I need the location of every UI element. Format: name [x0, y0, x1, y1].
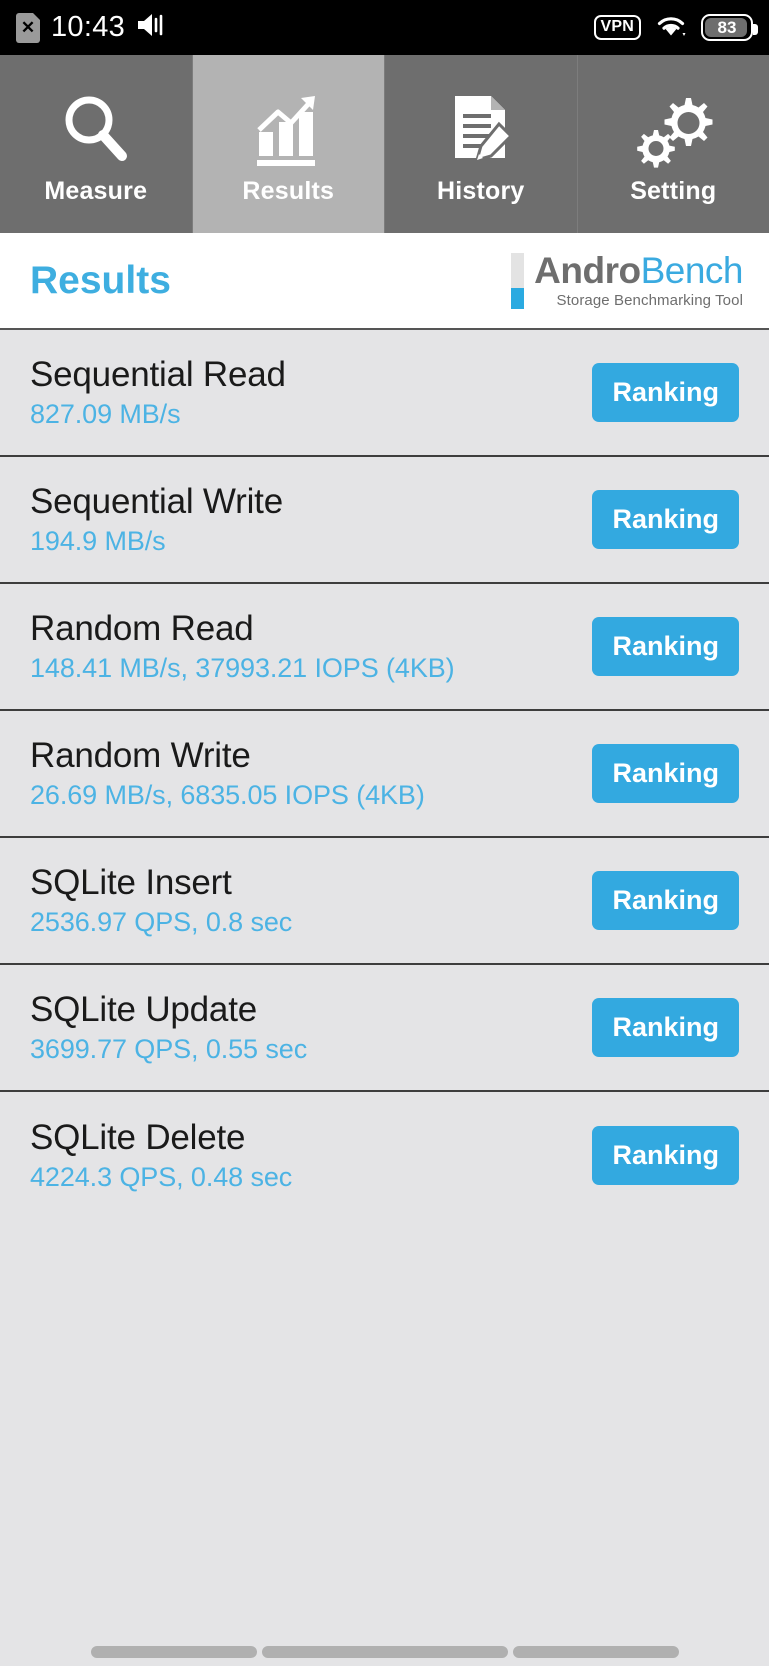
row-text-block: Sequential Read 827.09 MB/s: [30, 355, 286, 430]
phone-screen: ✕ 10:43 VPN 83 Measure Results History S…: [0, 0, 769, 1666]
table-row[interactable]: Random Read 148.41 MB/s, 37993.21 IOPS (…: [0, 584, 769, 711]
benchmark-value: 26.69 MB/s, 6835.05 IOPS (4KB): [30, 780, 425, 810]
ranking-button[interactable]: Ranking: [592, 490, 739, 549]
benchmark-value: 2536.97 QPS, 0.8 sec: [30, 907, 293, 937]
ranking-button[interactable]: Ranking: [592, 998, 739, 1057]
ranking-button[interactable]: Ranking: [592, 617, 739, 676]
ranking-button[interactable]: Ranking: [592, 363, 739, 422]
row-text-block: SQLite Insert 2536.97 QPS, 0.8 sec: [30, 863, 292, 938]
nav-recents-pill[interactable]: [512, 1646, 679, 1658]
gears-icon: [630, 89, 716, 171]
row-text-block: Random Write 26.69 MB/s, 6835.05 IOPS (4…: [30, 736, 425, 811]
sim-card-disabled-icon: ✕: [16, 12, 40, 43]
sim-x-glyph: ✕: [20, 18, 36, 37]
status-bar: ✕ 10:43 VPN 83: [0, 0, 769, 55]
status-bar-left: ✕ 10:43: [16, 11, 166, 44]
row-text-block: Random Read 148.41 MB/s, 37993.21 IOPS (…: [30, 609, 455, 684]
battery-indicator: 83: [701, 14, 758, 41]
tab-measure[interactable]: Measure: [0, 55, 193, 233]
tab-setting-label: Setting: [630, 176, 717, 205]
status-bar-clock: 10:43: [51, 11, 126, 43]
tab-measure-label: Measure: [44, 176, 148, 205]
ranking-button[interactable]: Ranking: [592, 1126, 739, 1185]
benchmark-value: 827.09 MB/s: [30, 399, 181, 429]
page-header: Results AndroBench Storage Benchmarking …: [0, 233, 769, 330]
tab-history[interactable]: History: [385, 55, 578, 233]
benchmark-name: Sequential Read: [30, 355, 286, 394]
tab-results-label: Results: [242, 176, 335, 205]
table-row[interactable]: Sequential Read 827.09 MB/s Ranking: [0, 330, 769, 457]
volume-on-icon: [136, 12, 166, 43]
ranking-button[interactable]: Ranking: [592, 871, 739, 930]
table-row[interactable]: SQLite Update 3699.77 QPS, 0.55 sec Rank…: [0, 965, 769, 1092]
wifi-icon: [654, 12, 688, 44]
results-list: Sequential Read 827.09 MB/s Ranking Sequ…: [0, 330, 769, 1219]
benchmark-name: SQLite Insert: [30, 863, 232, 902]
benchmark-value: 148.41 MB/s, 37993.21 IOPS (4KB): [30, 653, 455, 683]
system-navigation-bar: [0, 1622, 769, 1666]
benchmark-name: SQLite Update: [30, 990, 257, 1029]
tab-setting[interactable]: Setting: [577, 55, 769, 233]
row-text-block: SQLite Update 3699.77 QPS, 0.55 sec: [30, 990, 307, 1065]
table-row[interactable]: Random Write 26.69 MB/s, 6835.05 IOPS (4…: [0, 711, 769, 838]
androbench-logo: AndroBench Storage Benchmarking Tool: [511, 252, 744, 309]
row-text-block: Sequential Write 194.9 MB/s: [30, 482, 283, 557]
logo-bar-bottom: [511, 287, 525, 309]
logo-wordmark: AndroBench: [534, 252, 743, 289]
nav-home-pill[interactable]: [261, 1646, 508, 1658]
status-bar-right: VPN 83: [593, 12, 758, 44]
logo-text: AndroBench Storage Benchmarking Tool: [534, 252, 743, 309]
table-row[interactable]: SQLite Delete 4224.3 QPS, 0.48 sec Ranki…: [0, 1092, 769, 1219]
logo-andro-text: Andro: [534, 250, 641, 291]
logo-bar-top: [511, 252, 525, 288]
benchmark-name: Random Write: [30, 736, 251, 775]
row-text-block: SQLite Delete 4224.3 QPS, 0.48 sec: [30, 1118, 292, 1193]
logo-bar-icon: [511, 252, 525, 309]
tab-results[interactable]: Results: [192, 55, 385, 233]
battery-level-text: 83: [717, 17, 737, 37]
benchmark-value: 3699.77 QPS, 0.55 sec: [30, 1034, 308, 1064]
benchmark-name: Sequential Write: [30, 482, 283, 521]
logo-tagline: Storage Benchmarking Tool: [556, 292, 743, 309]
ranking-button[interactable]: Ranking: [592, 744, 739, 803]
benchmark-name: SQLite Delete: [30, 1118, 246, 1157]
tab-history-label: History: [436, 176, 525, 205]
benchmark-name: Random Read: [30, 609, 254, 648]
document-pen-icon: [441, 89, 521, 171]
benchmark-value: 194.9 MB/s: [30, 526, 166, 556]
page-title: Results: [30, 258, 171, 302]
table-row[interactable]: Sequential Write 194.9 MB/s Ranking: [0, 457, 769, 584]
vpn-badge: VPN: [593, 15, 641, 40]
main-tab-bar: Measure Results History Setting: [0, 55, 769, 233]
bar-chart-arrow-icon: [247, 89, 329, 171]
nav-back-pill[interactable]: [90, 1646, 257, 1658]
magnifier-icon: [56, 89, 136, 171]
logo-bench-text: Bench: [640, 250, 744, 291]
table-row[interactable]: SQLite Insert 2536.97 QPS, 0.8 sec Ranki…: [0, 838, 769, 965]
benchmark-value: 4224.3 QPS, 0.48 sec: [30, 1162, 293, 1192]
